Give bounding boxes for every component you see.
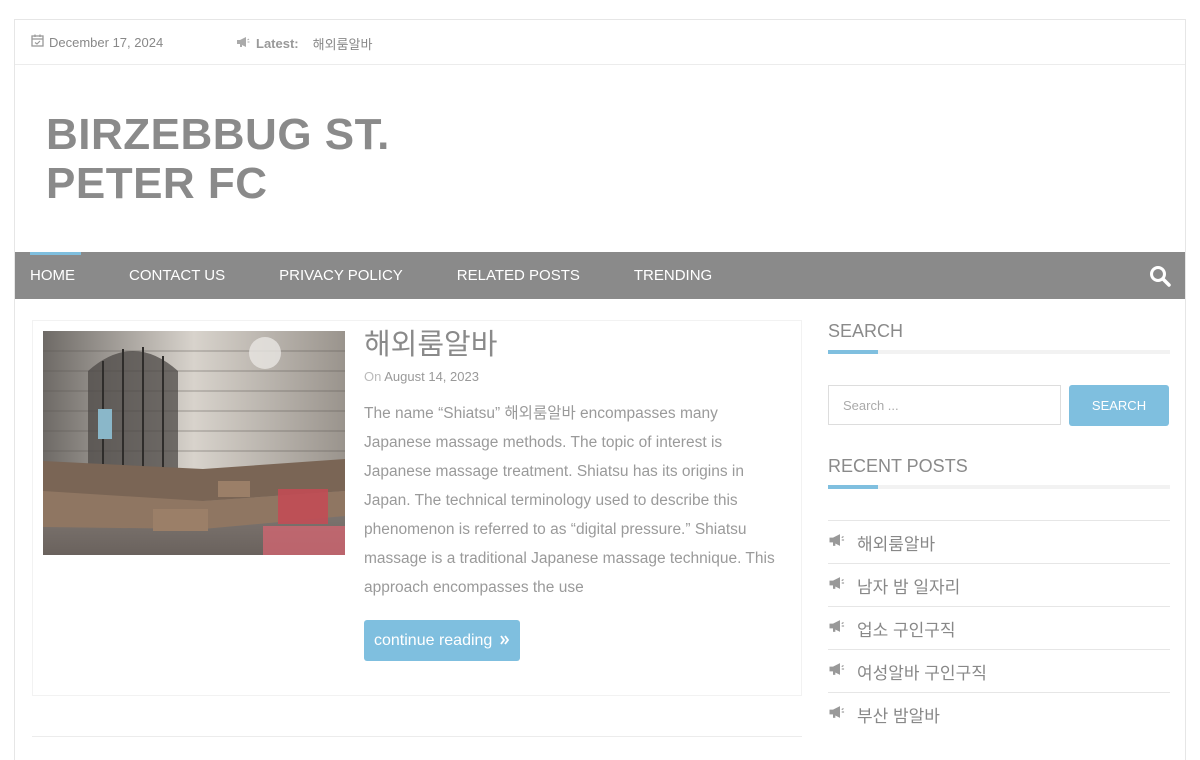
post-excerpt: The name “Shiatsu” 해외룸알바 encompasses man… — [364, 405, 775, 596]
megaphone-icon — [236, 36, 250, 51]
recent-post-link[interactable]: 여성알바 구인구직 — [857, 659, 987, 684]
list-item[interactable]: 업소 구인구직 — [828, 606, 1170, 649]
top-bar: December 17, 2024 Latest: 해외룸알바 — [15, 20, 1185, 65]
list-item[interactable]: 부산 밤알바 — [828, 692, 1170, 735]
post-title[interactable]: 해외룸알바 — [364, 321, 497, 363]
megaphone-icon — [828, 661, 845, 681]
double-chevron-right-icon — [500, 620, 510, 661]
latest-label: Latest: — [256, 36, 299, 51]
post-thumbnail[interactable] — [43, 331, 345, 555]
recent-post-link[interactable]: 업소 구인구직 — [857, 616, 956, 641]
current-date: December 17, 2024 — [31, 34, 163, 50]
search-widget-underline — [828, 350, 1170, 354]
recent-posts-underline — [828, 485, 1170, 489]
megaphone-icon — [828, 618, 845, 638]
nav-item-home[interactable]: HOME — [15, 252, 102, 299]
search-icon[interactable] — [1149, 265, 1171, 287]
recent-post-link[interactable]: 부산 밤알바 — [857, 702, 940, 727]
site-title-line2: PETER FC — [46, 159, 268, 208]
date-text: December 17, 2024 — [49, 34, 164, 50]
post-card: 해외룸알바 On August 14, 2023 The name “Shiat… — [32, 320, 802, 696]
search-button[interactable]: SEARCH — [1069, 385, 1169, 426]
nav-item-trending[interactable]: TRENDING — [607, 252, 739, 299]
post-meta-prefix: On — [364, 369, 382, 384]
site-title-line1: BIRZEBBUG ST. — [46, 110, 390, 159]
search-input[interactable] — [828, 385, 1061, 425]
list-item[interactable]: 여성알바 구인구직 — [828, 649, 1170, 692]
megaphone-icon — [828, 704, 845, 724]
list-item[interactable]: 남자 밤 일자리 — [828, 563, 1170, 606]
recent-posts-title: RECENT POSTS — [828, 456, 968, 476]
nav-item-contact-us[interactable]: CONTACT US — [102, 252, 252, 299]
search-widget-title: SEARCH — [828, 321, 904, 341]
recent-posts-list: 해외룸알바 남자 밤 일자리 업소 구인구직 여성알바 구인구직 부산 밤알바 — [828, 520, 1170, 735]
nav-item-privacy-policy[interactable]: PRIVACY POLICY — [252, 252, 430, 299]
megaphone-icon — [828, 532, 845, 552]
megaphone-icon — [828, 575, 845, 595]
recent-post-link[interactable]: 해외룸알바 — [857, 530, 935, 555]
post-divider — [32, 736, 802, 737]
nav-item-related-posts[interactable]: RELATED POSTS — [430, 252, 607, 299]
page-frame: December 17, 2024 Latest: 해외룸알바 BIRZEBBU… — [14, 19, 1186, 760]
list-item[interactable]: 해외룸알바 — [828, 520, 1170, 563]
main-nav: HOME CONTACT US PRIVACY POLICY RELATED P… — [15, 252, 1185, 299]
continue-reading-button[interactable]: continue reading — [364, 620, 521, 661]
site-title[interactable]: BIRZEBBUG ST. PETER FC — [46, 110, 446, 208]
post-meta: On August 14, 2023 — [364, 369, 479, 384]
calendar-icon — [31, 34, 44, 50]
recent-post-link[interactable]: 남자 밤 일자리 — [857, 573, 960, 598]
post-date[interactable]: August 14, 2023 — [384, 369, 479, 384]
latest-ticker: Latest: 해외룸알바 — [236, 34, 372, 53]
latest-link[interactable]: 해외룸알바 — [313, 34, 373, 53]
continue-reading-label: continue reading — [374, 632, 493, 649]
